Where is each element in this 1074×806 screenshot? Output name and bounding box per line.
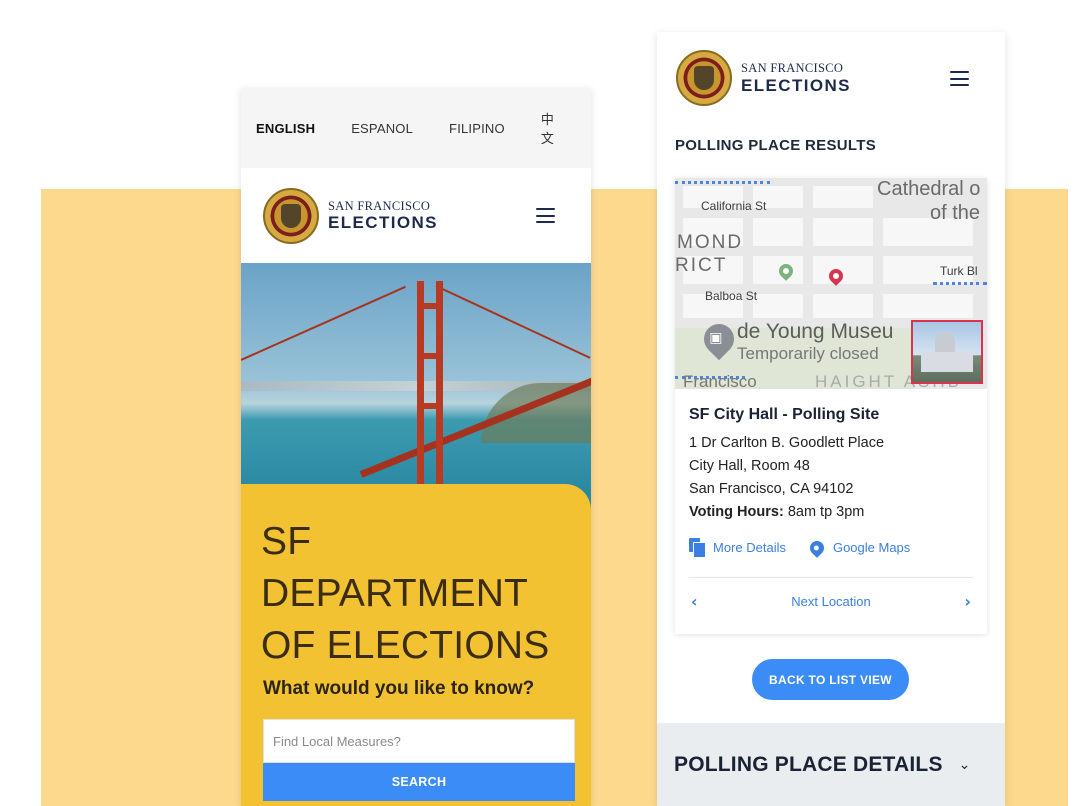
- search-input[interactable]: [263, 719, 575, 763]
- hamburger-menu-icon[interactable]: [536, 208, 555, 223]
- document-icon: [689, 538, 706, 558]
- stage: ENGLISH ESPANOL FILIPINO 中文 SAN FRANCISC…: [0, 0, 1074, 806]
- city-seal-logo[interactable]: [676, 50, 732, 106]
- address-line: San Francisco, CA 94102: [689, 481, 854, 497]
- map-label: Cathedral o: [877, 178, 981, 200]
- title-line-2: DEPARTMENT: [261, 572, 529, 615]
- back-to-list-button[interactable]: BACK TO LIST VIEW: [752, 659, 909, 700]
- language-espanol[interactable]: ESPANOL: [351, 121, 413, 136]
- map-view[interactable]: Cathedral o of the California St MOND RI…: [675, 178, 987, 389]
- address-line: 1 Dr Carlton B. Goodlett Place: [689, 435, 885, 451]
- voting-hours-value: 8am tp 3pm: [787, 504, 865, 520]
- title-line-1: SF: [261, 520, 312, 563]
- hero-question: What would you like to know?: [263, 678, 535, 699]
- brand-wordmark[interactable]: SAN FRANCISCO ELECTIONS: [328, 200, 438, 232]
- map-label: of the: [930, 202, 981, 224]
- brand-wordmark[interactable]: SAN FRANCISCO ELECTIONS: [741, 62, 851, 94]
- brand-bottom: ELECTIONS: [741, 75, 851, 95]
- polling-place-card: Cathedral o of the California St MOND RI…: [675, 178, 987, 634]
- brand-top: SAN FRANCISCO: [741, 61, 844, 76]
- language-chinese[interactable]: 中文: [541, 109, 555, 147]
- city-seal-logo[interactable]: [263, 187, 319, 244]
- card-body: SF City Hall - Polling Site 1 Dr Carlton…: [675, 389, 987, 624]
- language-filipino[interactable]: FILIPINO: [449, 121, 505, 136]
- chevron-left-icon[interactable]: ‹: [691, 592, 698, 611]
- more-details-label: More Details: [713, 540, 786, 555]
- polling-site-address: 1 Dr Carlton B. Goodlett Place City Hall…: [689, 432, 973, 524]
- polling-site-name: SF City Hall - Polling Site: [689, 406, 880, 423]
- site-header: SAN FRANCISCO ELECTIONS: [241, 168, 591, 263]
- map-label: California St: [701, 199, 767, 213]
- map-label: de Young Museu: [737, 320, 894, 343]
- site-header: SAN FRANCISCO ELECTIONS: [657, 32, 1005, 124]
- hero-yellow-card: SF DEPARTMENT OF ELECTIONS What would yo…: [241, 484, 591, 806]
- home-phone-screen: ENGLISH ESPANOL FILIPINO 中文 SAN FRANCISC…: [241, 88, 591, 806]
- card-actions: More Details Google Maps: [689, 537, 973, 558]
- map-label: Balboa St: [705, 289, 758, 303]
- results-phone-screen: SAN FRANCISCO ELECTIONS POLLING PLACE RE…: [657, 32, 1005, 806]
- brand-top: SAN FRANCISCO: [328, 198, 431, 213]
- location-pager: ‹ Next Location ›: [689, 578, 973, 624]
- map-label: MOND: [677, 232, 744, 253]
- details-title: POLLING PLACE DETAILS: [674, 752, 943, 776]
- page-title: SF DEPARTMENT OF ELECTIONS: [261, 516, 571, 672]
- brand-bottom: ELECTIONS: [328, 213, 438, 233]
- section-title: POLLING PLACE RESULTS: [675, 137, 877, 154]
- map-label: Temporarily closed: [737, 344, 879, 363]
- voting-hours: Voting Hours: 8am tp 3pm: [689, 501, 973, 524]
- map-label: RICT: [675, 255, 728, 276]
- language-english[interactable]: ENGLISH: [256, 121, 315, 136]
- map-label: Francisco: [683, 372, 757, 389]
- map-pin-icon: [807, 537, 827, 558]
- address-line: City Hall, Room 48: [689, 458, 810, 474]
- google-maps-link[interactable]: Google Maps: [807, 537, 911, 558]
- polling-place-details-accordion[interactable]: POLLING PLACE DETAILS ⌄: [657, 723, 1005, 806]
- language-bar: ENGLISH ESPANOL FILIPINO 中文: [241, 88, 591, 168]
- search-button[interactable]: SEARCH: [263, 763, 575, 801]
- title-line-3: OF ELECTIONS: [261, 624, 550, 667]
- map-label: Turk Bl: [940, 264, 978, 278]
- next-location-link[interactable]: Next Location: [791, 594, 871, 609]
- city-hall-thumbnail[interactable]: [911, 320, 983, 384]
- more-details-link[interactable]: More Details: [689, 538, 786, 558]
- hamburger-menu-icon[interactable]: [950, 71, 969, 86]
- chevron-right-icon[interactable]: ›: [964, 592, 971, 611]
- chevron-down-icon: ⌄: [958, 756, 971, 773]
- google-maps-label: Google Maps: [832, 540, 911, 555]
- voting-hours-label: Voting Hours:: [689, 504, 784, 520]
